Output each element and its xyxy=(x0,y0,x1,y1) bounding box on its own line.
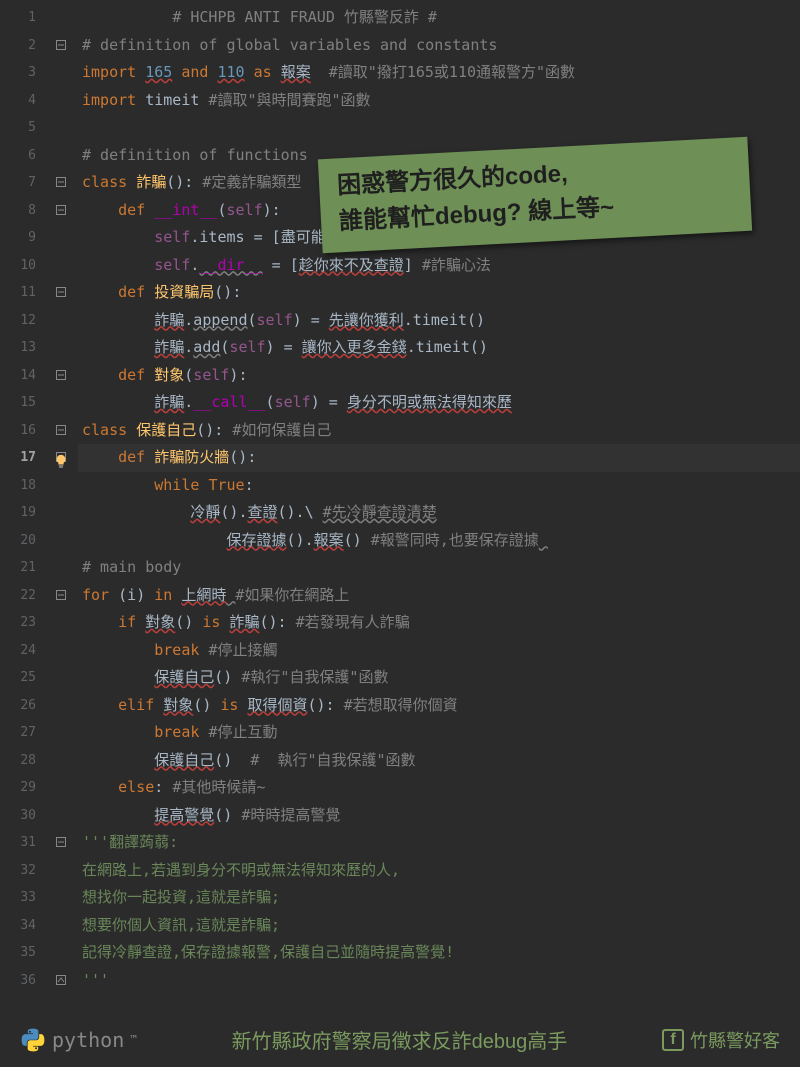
line-number: 13 xyxy=(0,334,36,362)
line-number: 17 xyxy=(0,444,36,472)
code-line[interactable]: ''' xyxy=(78,967,800,995)
line-number: 35 xyxy=(0,939,36,967)
facebook-icon: f xyxy=(662,1029,684,1051)
fold-minus-icon[interactable] xyxy=(56,425,68,437)
line-number: 30 xyxy=(0,802,36,830)
code-line[interactable]: elif 對象() is 取得個資(): #若想取得你個資 xyxy=(78,692,800,720)
fold-minus-icon[interactable] xyxy=(56,287,68,299)
line-number: 1 xyxy=(0,4,36,32)
fold-minus-icon[interactable] xyxy=(56,177,68,189)
footer-facebook-link[interactable]: f 竹縣警好客 xyxy=(662,1027,780,1053)
line-number: 26 xyxy=(0,692,36,720)
line-number: 2 xyxy=(0,32,36,60)
code-line[interactable]: class 保護自己(): #如何保護自己 xyxy=(78,417,800,445)
line-number: 7 xyxy=(0,169,36,197)
line-number: 10 xyxy=(0,252,36,280)
fold-end-icon[interactable] xyxy=(56,975,68,987)
footer-center-text: 新竹縣政府警察局徵求反詐debug高手 xyxy=(232,1025,568,1054)
code-line[interactable]: while True: xyxy=(78,472,800,500)
code-line[interactable]: def 詐騙防火牆(): xyxy=(78,444,800,472)
fold-minus-icon[interactable] xyxy=(56,40,68,52)
line-number: 19 xyxy=(0,499,36,527)
line-number: 29 xyxy=(0,774,36,802)
fold-column xyxy=(48,4,78,1000)
line-number: 31 xyxy=(0,829,36,857)
code-line[interactable]: 保護自己() #執行"自我保護"函數 xyxy=(78,664,800,692)
code-line[interactable]: if 對象() is 詐騙(): #若發現有人詐騙 xyxy=(78,609,800,637)
line-number: 18 xyxy=(0,472,36,500)
code-line[interactable]: # HCHPB ANTI FRAUD 竹縣警反詐 # xyxy=(78,4,800,32)
code-line[interactable]: 保存證據().報案() #報警同時,也要保存證據 xyxy=(78,527,800,555)
code-line[interactable]: 詐騙.__call__(self) = 身分不明或無法得知來歷 xyxy=(78,389,800,417)
line-number: 20 xyxy=(0,527,36,555)
python-label: python xyxy=(52,1028,124,1052)
fold-minus-icon[interactable] xyxy=(56,370,68,382)
code-line[interactable]: def 對象(self): xyxy=(78,362,800,390)
code-line[interactable]: 提高警覺() #時時提高警覺 xyxy=(78,802,800,830)
code-line[interactable]: import 165 and 110 as 報案 #讀取"撥打165或110通報… xyxy=(78,59,800,87)
fold-minus-icon[interactable] xyxy=(56,590,68,602)
code-line[interactable]: # main body xyxy=(78,554,800,582)
code-line[interactable] xyxy=(78,114,800,142)
line-number: 28 xyxy=(0,747,36,775)
code-line[interactable]: break #停止接觸 xyxy=(78,637,800,665)
lightbulb-icon[interactable] xyxy=(54,450,68,464)
line-number: 9 xyxy=(0,224,36,252)
line-number: 32 xyxy=(0,857,36,885)
line-number: 22 xyxy=(0,582,36,610)
fold-minus-icon[interactable] xyxy=(56,205,68,217)
footer-bar: python™ 新竹縣政府警察局徵求反詐debug高手 f 竹縣警好客 xyxy=(0,1012,800,1067)
code-line[interactable]: 在網路上,若遇到身分不明或無法得知來歷的人, xyxy=(78,857,800,885)
code-line[interactable]: 詐騙.append(self) = 先讓你獲利.timeit() xyxy=(78,307,800,335)
line-number: 21 xyxy=(0,554,36,582)
line-number-gutter: 1234567891011121314151617181920212223242… xyxy=(0,4,48,1000)
line-number: 33 xyxy=(0,884,36,912)
python-logo: python™ xyxy=(20,1027,137,1053)
line-number: 24 xyxy=(0,637,36,665)
line-number: 11 xyxy=(0,279,36,307)
code-line[interactable]: import timeit #讀取"與時間賽跑"函數 xyxy=(78,87,800,115)
line-number: 16 xyxy=(0,417,36,445)
line-number: 8 xyxy=(0,197,36,225)
fold-minus-icon[interactable] xyxy=(56,837,68,849)
line-number: 23 xyxy=(0,609,36,637)
facebook-label: 竹縣警好客 xyxy=(690,1027,780,1053)
line-number: 34 xyxy=(0,912,36,940)
python-icon xyxy=(20,1027,46,1053)
code-line[interactable]: # definition of global variables and con… xyxy=(78,32,800,60)
line-number: 14 xyxy=(0,362,36,390)
line-number: 25 xyxy=(0,664,36,692)
code-line[interactable]: 詐騙.add(self) = 讓你入更多金錢.timeit() xyxy=(78,334,800,362)
code-line[interactable]: self.__dir__ = [趁你來不及查證] #詐騙心法 xyxy=(78,252,800,280)
code-line[interactable]: 保護自己() # 執行"自我保護"函數 xyxy=(78,747,800,775)
code-line[interactable]: 想要你個人資訊,這就是詐騙; xyxy=(78,912,800,940)
line-number: 4 xyxy=(0,87,36,115)
code-line[interactable]: 冷靜().查證().\ #先冷靜查證清楚 xyxy=(78,499,800,527)
code-line[interactable]: for (i) in 上網時 #如果你在網路上 xyxy=(78,582,800,610)
code-line[interactable]: 想找你一起投資,這就是詐騙; xyxy=(78,884,800,912)
code-line[interactable]: break #停止互動 xyxy=(78,719,800,747)
line-number: 6 xyxy=(0,142,36,170)
line-number: 5 xyxy=(0,114,36,142)
code-line[interactable]: def 投資騙局(): xyxy=(78,279,800,307)
line-number: 12 xyxy=(0,307,36,335)
line-number: 36 xyxy=(0,967,36,995)
code-line[interactable]: '''翻譯蒟蒻: xyxy=(78,829,800,857)
line-number: 3 xyxy=(0,59,36,87)
code-line[interactable]: else: #其他時候請~ xyxy=(78,774,800,802)
code-line[interactable]: 記得冷靜查證,保存證據報警,保護自己並隨時提高警覺! xyxy=(78,939,800,967)
line-number: 27 xyxy=(0,719,36,747)
line-number: 15 xyxy=(0,389,36,417)
